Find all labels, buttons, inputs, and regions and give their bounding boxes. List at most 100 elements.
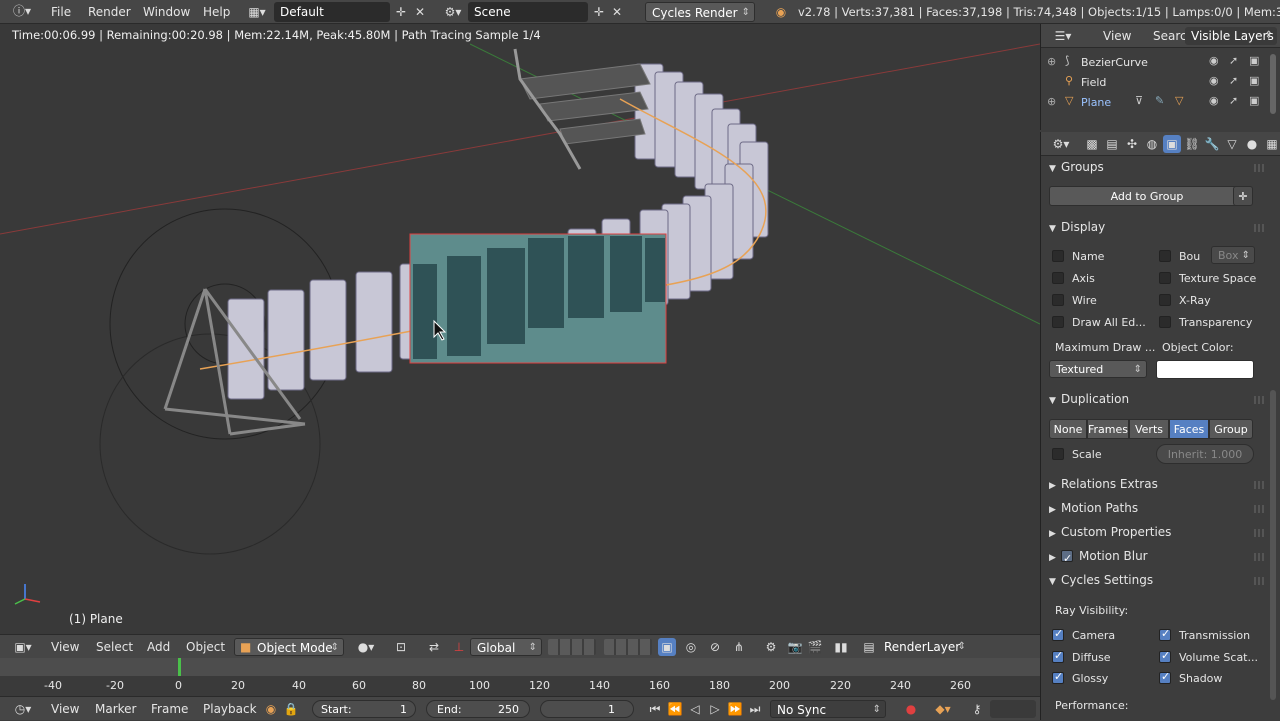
transform-orientation-icon[interactable]: ⊥ <box>450 638 468 656</box>
pivot-point-icon[interactable]: ⊡ <box>392 638 410 656</box>
camera-icon[interactable]: ▣ <box>1249 74 1259 87</box>
eye-icon[interactable]: ◉ <box>1209 74 1219 87</box>
timeline-frames-area[interactable] <box>0 658 1040 676</box>
panel-grip[interactable] <box>1254 505 1266 513</box>
render-engine-dropdown[interactable]: Cycles Render <box>645 2 755 23</box>
eye-icon[interactable]: ◉ <box>1209 54 1219 67</box>
play-reverse-icon[interactable]: ◁ <box>686 700 704 718</box>
record-icon[interactable]: ● <box>902 700 920 718</box>
timeline-menu-view[interactable]: View <box>51 697 79 721</box>
lock-camera-icon[interactable]: ▣ <box>658 638 676 656</box>
material-tab-icon[interactable]: ● <box>1243 135 1261 153</box>
menu-window[interactable]: Window <box>143 0 190 24</box>
scene-icon[interactable]: ⚙▾ <box>440 3 466 21</box>
cycles-settings-panel-header[interactable]: ▼ Cycles Settings <box>1049 569 1153 591</box>
timeline-ruler[interactable]: -40 -20 0 20 40 60 80 100 120 140 160 18… <box>0 676 1040 696</box>
pause-render-icon[interactable]: ▮▮ <box>832 638 850 656</box>
xray-checkbox[interactable] <box>1159 294 1171 306</box>
screen-layout-icon[interactable]: ▦▾ <box>243 3 271 21</box>
render-tab-icon[interactable]: ▩ <box>1083 135 1101 153</box>
properties-scrollbar[interactable] <box>1270 390 1276 700</box>
panel-grip[interactable] <box>1254 396 1266 404</box>
add-to-group-button[interactable]: Add to Group <box>1049 186 1245 206</box>
play-icon[interactable]: ▷ <box>706 700 724 718</box>
diffuse-ray-checkbox[interactable] <box>1052 649 1064 663</box>
snap-target-icon[interactable]: ⚙ <box>762 638 780 656</box>
add-group-plus-icon[interactable]: ✛ <box>1233 186 1253 206</box>
inherit-scale-field[interactable]: Inherit: 1.000 <box>1156 444 1254 464</box>
select-arrow-icon[interactable]: ➚ <box>1229 74 1238 87</box>
preview-range-icon[interactable]: ◉ <box>262 700 280 718</box>
jump-key-prev-icon[interactable]: ⏪ <box>666 700 684 718</box>
render-layer-dropdown[interactable]: RenderLayer <box>878 638 970 656</box>
dup-faces-option[interactable]: Faces <box>1169 419 1209 439</box>
transform-orientation-dropdown[interactable]: Global <box>470 638 542 657</box>
outliner-editor-icon[interactable]: ☰▾ <box>1049 27 1077 45</box>
motion-paths-panel-header[interactable]: ▶ Motion Paths <box>1049 497 1138 519</box>
add-layout-icon[interactable]: ✛ <box>392 3 410 21</box>
render-layers-tab-icon[interactable]: ▤ <box>1103 135 1121 153</box>
panel-grip[interactable] <box>1254 224 1266 232</box>
object-color-swatch[interactable] <box>1156 360 1254 379</box>
3d-viewport[interactable]: Time:00:06.99 | Remaining:00:20.98 | Mem… <box>0 24 1040 634</box>
snap-icon[interactable]: ⊘ <box>706 638 724 656</box>
scene-field[interactable]: Scene <box>468 2 588 22</box>
menu-view[interactable]: View <box>51 635 79 659</box>
custom-properties-panel-header[interactable]: ▶ Custom Properties <box>1049 521 1171 543</box>
timeline-menu-playback[interactable]: Playback <box>203 697 257 721</box>
texture-space-checkbox[interactable] <box>1159 272 1171 284</box>
end-frame-field[interactable]: End: 250 <box>426 700 530 718</box>
constraints-tab-icon[interactable]: ⛓ <box>1183 135 1201 153</box>
timeline-editor[interactable]: -40 -20 0 20 40 60 80 100 120 140 160 18… <box>0 658 1040 696</box>
timeline-menu-frame[interactable]: Frame <box>151 697 188 721</box>
render-still-icon[interactable]: 📷 <box>786 638 804 656</box>
render-layer-icon[interactable]: ▤ <box>860 638 878 656</box>
outliner-display-mode[interactable]: Visible Layers <box>1185 27 1277 45</box>
shadow-ray-checkbox[interactable] <box>1159 670 1171 684</box>
screen-layout-field[interactable]: Default <box>274 2 390 22</box>
motion-blur-panel-header[interactable]: ▶Motion Blur <box>1049 545 1148 570</box>
wire-checkbox[interactable] <box>1052 294 1064 306</box>
sync-mode-dropdown[interactable]: No Sync <box>770 700 886 719</box>
dup-none-option[interactable]: None <box>1049 419 1087 439</box>
panel-grip[interactable] <box>1254 577 1266 585</box>
keyframe-type-icon[interactable]: ⚷ <box>968 700 986 718</box>
current-frame-field[interactable]: 1 <box>540 700 634 718</box>
keying-set-icon[interactable]: ◆▾ <box>930 700 956 718</box>
manipulator-icon[interactable]: ⇄ <box>425 638 443 656</box>
render-anim-icon[interactable]: 🎬 <box>806 638 824 656</box>
menu-render[interactable]: Render <box>88 0 131 24</box>
keying-set-field[interactable] <box>990 700 1036 718</box>
remove-layout-icon[interactable]: ✕ <box>411 3 429 21</box>
start-frame-field[interactable]: Start: 1 <box>312 700 416 718</box>
menu-select[interactable]: Select <box>96 635 133 659</box>
snap-element-icon[interactable]: ⋔ <box>730 638 748 656</box>
view3d-editor-icon[interactable]: ▣▾ <box>8 638 38 656</box>
groups-panel-header[interactable]: ▼ Groups <box>1049 156 1104 178</box>
menu-object[interactable]: Object <box>186 635 225 659</box>
panel-grip[interactable] <box>1254 553 1266 561</box>
max-draw-type-dropdown[interactable]: Textured <box>1049 360 1147 379</box>
layers-grid-right[interactable] <box>604 639 652 655</box>
dup-scale-checkbox[interactable] <box>1052 448 1064 460</box>
duplication-panel-header[interactable]: ▼ Duplication <box>1049 388 1129 410</box>
outliner-row-plane[interactable]: ⊕ ▽ Plane ⊽ ✎ ▽ ◉ ➚ ▣ <box>1047 92 1267 112</box>
transmission-ray-checkbox[interactable] <box>1159 627 1171 641</box>
panel-grip[interactable] <box>1254 529 1266 537</box>
camera-icon[interactable]: ▣ <box>1249 54 1259 67</box>
proportional-edit-icon[interactable]: ◎ <box>682 638 700 656</box>
panel-grip[interactable] <box>1254 481 1266 489</box>
outliner-row-field[interactable]: ⚲ Field ◉ ➚ ▣ <box>1047 72 1267 92</box>
viewport-shading-icon[interactable]: ●▾ <box>352 638 380 656</box>
outliner-item-name[interactable]: Plane <box>1081 96 1111 109</box>
info-editor-icon[interactable]: ⓘ▾ <box>8 2 36 20</box>
remove-scene-icon[interactable]: ✕ <box>608 3 626 21</box>
draw-all-edges-checkbox[interactable] <box>1052 316 1064 328</box>
outliner-item-name[interactable]: Field <box>1081 76 1106 89</box>
motion-blur-checkbox[interactable] <box>1061 548 1073 570</box>
timeline-editor-icon[interactable]: ◷▾ <box>8 700 38 718</box>
relations-extras-panel-header[interactable]: ▶ Relations Extras <box>1049 473 1158 495</box>
dup-verts-option[interactable]: Verts <box>1129 419 1169 439</box>
volume-scatter-ray-checkbox[interactable] <box>1159 649 1171 663</box>
jump-key-next-icon[interactable]: ⏩ <box>726 700 744 718</box>
